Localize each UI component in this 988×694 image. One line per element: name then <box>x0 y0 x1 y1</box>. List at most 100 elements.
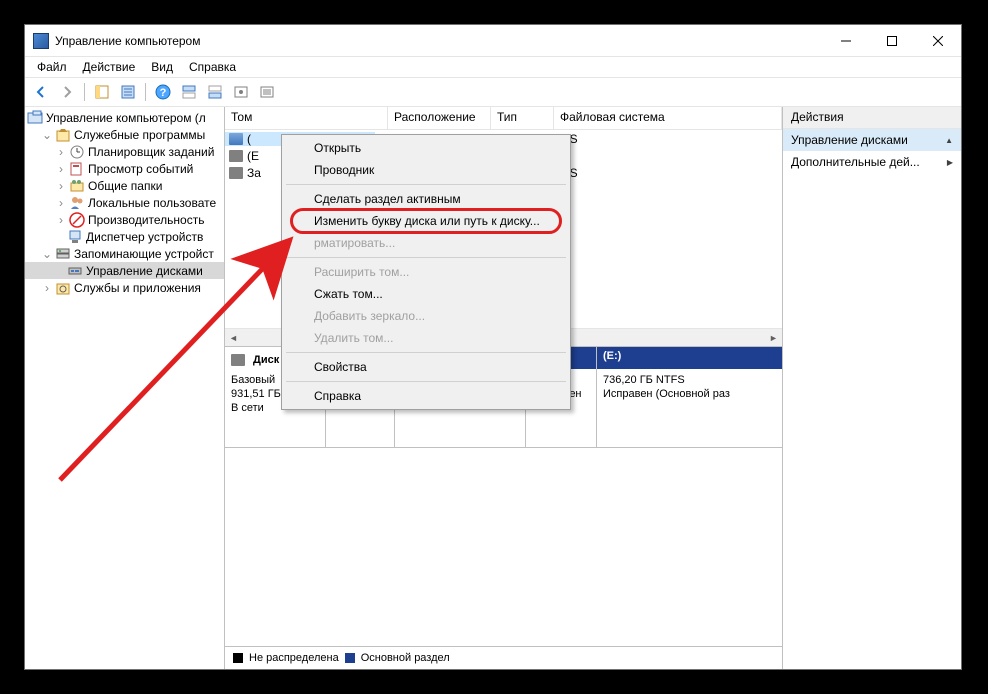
tree-label: Просмотр событий <box>88 162 193 176</box>
tree-task-scheduler[interactable]: › Планировщик заданий <box>25 143 224 160</box>
volume-icon <box>229 133 243 145</box>
collapse-icon: ▲ <box>945 136 953 145</box>
menu-separator <box>286 184 566 185</box>
menu-help[interactable]: Справка <box>284 385 568 407</box>
tree-panel: Управление компьютером (л ⌄ Служебные про… <box>25 107 225 669</box>
expand-icon[interactable]: › <box>53 161 69 177</box>
tree-event-viewer[interactable]: › Просмотр событий <box>25 160 224 177</box>
tree-label: Общие папки <box>88 179 162 193</box>
partition-title: (E:) <box>597 347 782 369</box>
list-header: Том Расположение Тип Файловая система <box>225 107 782 130</box>
menu-separator <box>286 352 566 353</box>
app-icon <box>33 33 49 49</box>
list-button[interactable] <box>255 80 279 104</box>
window-title: Управление компьютером <box>55 34 823 48</box>
tree-label: Производительность <box>88 213 204 227</box>
tree-label: Службы и приложения <box>74 281 201 295</box>
menu-file[interactable]: Файл <box>29 58 75 76</box>
view-top-button[interactable] <box>177 80 201 104</box>
actions-label: Управление дисками <box>791 133 908 147</box>
cell-text: За <box>247 166 261 180</box>
tree-label: Служебные программы <box>74 128 205 142</box>
context-menu: Открыть Проводник Сделать раздел активны… <box>281 134 571 410</box>
menu-view[interactable]: Вид <box>143 58 181 76</box>
menu-shrink[interactable]: Сжать том... <box>284 283 568 305</box>
back-button[interactable] <box>29 80 53 104</box>
maximize-button[interactable] <box>869 26 915 56</box>
tree-disk-management[interactable]: Управление дисками <box>25 262 224 279</box>
menu-separator <box>286 381 566 382</box>
partition-size: 736,20 ГБ NTFS <box>603 373 776 387</box>
tree-storage[interactable]: ⌄ Запоминающие устройст <box>25 245 224 262</box>
help-button[interactable]: ? <box>151 80 175 104</box>
menu-action[interactable]: Действие <box>75 58 144 76</box>
menu-help[interactable]: Справка <box>181 58 244 76</box>
column-volume[interactable]: Том <box>225 107 388 129</box>
expand-icon[interactable]: › <box>39 280 55 296</box>
menu-open[interactable]: Открыть <box>284 137 568 159</box>
tree-label: Планировщик заданий <box>88 145 214 159</box>
scroll-left-icon[interactable]: ◄ <box>225 329 242 346</box>
close-button[interactable] <box>915 26 961 56</box>
show-hide-button[interactable] <box>90 80 114 104</box>
collapse-icon[interactable]: ⌄ <box>39 127 55 143</box>
tree-shared-folders[interactable]: › Общие папки <box>25 177 224 194</box>
tree-local-users[interactable]: › Локальные пользовате <box>25 194 224 211</box>
minimize-button[interactable] <box>823 26 869 56</box>
menu-separator <box>286 257 566 258</box>
view-bottom-button[interactable] <box>203 80 227 104</box>
menu-mirror[interactable]: Добавить зеркало... <box>284 305 568 327</box>
legend-swatch-primary <box>345 653 355 663</box>
tree-label: Диспетчер устройств <box>86 230 203 244</box>
legend: Не распределена Основной раздел <box>225 646 782 669</box>
cell-text: ( <box>247 132 251 146</box>
menu-properties[interactable]: Свойства <box>284 356 568 378</box>
partition[interactable]: (E:) 736,20 ГБ NTFSИсправен (Основной ра… <box>597 347 782 447</box>
menubar: Файл Действие Вид Справка <box>25 57 961 77</box>
tree-system-tools[interactable]: ⌄ Служебные программы <box>25 126 224 143</box>
actions-disk-management[interactable]: Управление дисками ▲ <box>783 129 961 151</box>
tree-device-manager[interactable]: Диспетчер устройств <box>25 228 224 245</box>
titlebar: Управление компьютером <box>25 25 961 57</box>
volume-icon <box>229 150 243 162</box>
volume-icon <box>229 167 243 179</box>
props-button[interactable] <box>116 80 140 104</box>
tree-label: Локальные пользовате <box>88 196 216 210</box>
menu-format[interactable]: рматировать... <box>284 232 568 254</box>
tree-root[interactable]: Управление компьютером (л <box>25 109 224 126</box>
legend-primary: Основной раздел <box>361 652 450 664</box>
column-type[interactable]: Тип <box>491 107 554 129</box>
expand-icon: ▶ <box>947 158 953 167</box>
cell-text: (E <box>247 149 259 163</box>
expand-icon[interactable]: › <box>53 178 69 194</box>
column-filesystem[interactable]: Файловая система <box>554 107 782 129</box>
tree-performance[interactable]: › Производительность <box>25 211 224 228</box>
settings-button[interactable] <box>229 80 253 104</box>
actions-header: Действия <box>783 107 961 129</box>
actions-label: Дополнительные дей... <box>791 155 920 169</box>
menu-extend[interactable]: Расширить том... <box>284 261 568 283</box>
expand-icon[interactable]: › <box>53 195 69 211</box>
actions-panel: Действия Управление дисками ▲ Дополнител… <box>783 107 961 669</box>
legend-unallocated: Не распределена <box>249 652 339 664</box>
tree-label: Управление компьютером (л <box>46 111 206 125</box>
actions-more[interactable]: Дополнительные дей... ▶ <box>783 151 961 173</box>
toolbar: ? <box>25 77 961 107</box>
disk-icon <box>231 354 245 366</box>
tree-label: Запоминающие устройст <box>74 247 214 261</box>
menu-delete[interactable]: Удалить том... <box>284 327 568 349</box>
expand-icon[interactable]: › <box>53 144 69 160</box>
menu-change-letter[interactable]: Изменить букву диска или путь к диску... <box>284 210 568 232</box>
tree-label: Управление дисками <box>86 264 203 278</box>
menu-mark-active[interactable]: Сделать раздел активным <box>284 188 568 210</box>
column-layout[interactable]: Расположение <box>388 107 491 129</box>
partition-status: Исправен (Основной раз <box>603 387 776 401</box>
legend-swatch-unallocated <box>233 653 243 663</box>
tree-services[interactable]: › Службы и приложения <box>25 279 224 296</box>
forward-button[interactable] <box>55 80 79 104</box>
svg-text:?: ? <box>160 87 167 99</box>
scroll-right-icon[interactable]: ► <box>765 329 782 346</box>
menu-explore[interactable]: Проводник <box>284 159 568 181</box>
expand-icon[interactable]: › <box>53 212 69 228</box>
collapse-icon[interactable]: ⌄ <box>39 246 55 262</box>
